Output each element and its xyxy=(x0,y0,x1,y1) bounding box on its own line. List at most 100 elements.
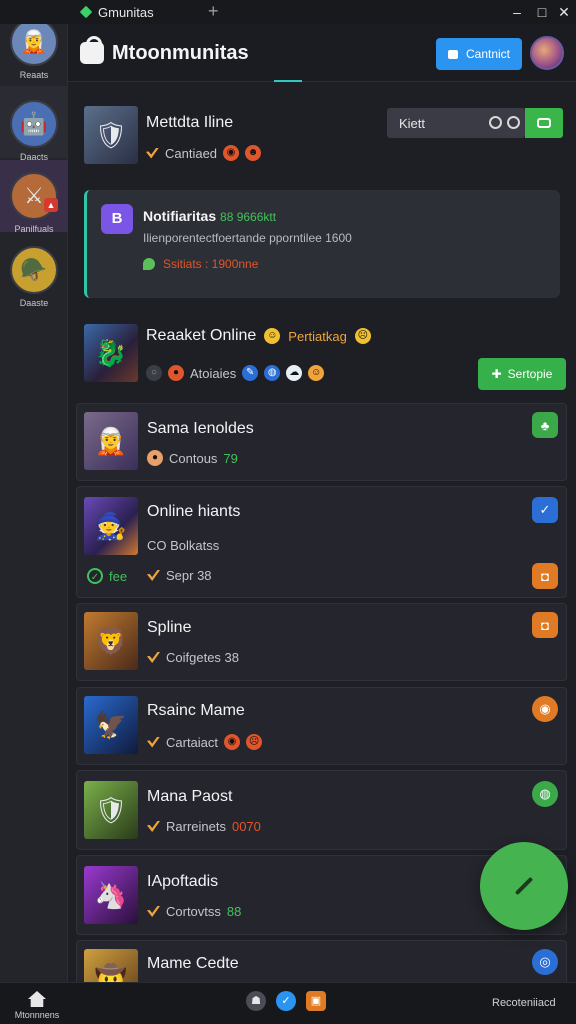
filter-icon[interactable] xyxy=(489,116,502,129)
notification-status-text: Ssitiats : 1900nne xyxy=(163,257,259,271)
sidebar-item-panilfuals[interactable]: ⚔ ▲ Panilfuals xyxy=(0,160,68,234)
featured-tag: Pertiatkag xyxy=(288,328,347,344)
badge-icon: ● xyxy=(147,450,163,466)
top-item-meta: Cantiaed ◉ ☻ xyxy=(146,145,262,161)
list-item-title: Rsainc Mame xyxy=(147,702,245,719)
sidebar-item-reaats[interactable]: 🧝 Reaats xyxy=(0,18,68,80)
list-item-thumbnail: 🧝 xyxy=(84,412,138,470)
list-item-thumbnail: 🦅 xyxy=(84,696,138,754)
list-item-meta-label: Cortovtss xyxy=(166,904,221,919)
tag-icon xyxy=(146,147,159,159)
notification-title-text: Notifiaritas xyxy=(143,208,217,224)
connect-button[interactable]: Cantnict xyxy=(436,38,522,70)
chat-icon[interactable]: ◍ xyxy=(532,781,558,807)
close-window-button[interactable]: ✕ xyxy=(554,0,574,24)
list-item-meta: Cartaiact ◉ ☹ xyxy=(147,734,263,750)
top-item-title[interactable]: Mettdta Iline xyxy=(146,114,233,132)
maximize-button[interactable]: □ xyxy=(532,0,552,24)
status-dot-icon: ◉ xyxy=(223,145,240,161)
list-item-thumbnail: 🧙 xyxy=(84,497,138,555)
notification-body: Ilienporentectfoertande pporntilee 1600 xyxy=(143,231,352,245)
list-item[interactable]: 🛡 Mana Paost Rarreinets 0070 ◍ xyxy=(76,770,567,850)
new-tab-button[interactable]: + xyxy=(208,0,219,22)
sidebar-item-label: Panilfuals xyxy=(14,224,54,234)
featured-title[interactable]: Reaaket Online xyxy=(146,327,256,345)
bottom-bar: Mtonnnens ☗ ✓ ▣ Recoteniiacd xyxy=(0,982,576,1024)
warrior-avatar-icon: 🧝 xyxy=(10,18,58,66)
list-item[interactable]: 🧙 Online hiants CO Bolkatss ✓ fee Sepr 3… xyxy=(76,486,567,598)
list-item-meta: ● Contous 79 xyxy=(147,450,238,466)
chat-icon[interactable]: ◉ xyxy=(532,696,558,722)
list-item-thumbnail: 🛡 xyxy=(84,781,138,839)
notification-title: Notifiaritas 88 9666ktt xyxy=(143,208,276,224)
connect-button-label: Cantnict xyxy=(465,47,511,61)
ring-icon: ○ xyxy=(146,365,162,381)
tag-icon xyxy=(147,736,160,748)
helmet-avatar-icon: 🪖 xyxy=(10,246,58,294)
check-button-icon[interactable]: ✓ xyxy=(532,497,558,523)
plus-icon: ✚ xyxy=(491,367,502,381)
search-box xyxy=(387,108,525,138)
list-item-title: Sama Ienoldes xyxy=(147,420,254,437)
user-avatar[interactable] xyxy=(530,36,564,70)
sidebar-item-label: Daaste xyxy=(19,298,49,308)
list-item-title: Mana Paost xyxy=(147,788,233,805)
list-item-title: Online hiants xyxy=(147,503,241,520)
notification-b-icon: B xyxy=(101,204,133,234)
list-item[interactable]: 🦅 Rsainc Mame Cartaiact ◉ ☹ ◉ xyxy=(76,687,567,765)
shop-icon[interactable]: ▣ xyxy=(306,991,326,1011)
top-item-thumbnail[interactable]: 🛡 xyxy=(84,106,138,164)
tab-label: Gmunitas xyxy=(98,4,154,20)
home-label: Mtonnnens xyxy=(14,1010,60,1020)
robot-icon[interactable]: ☗ xyxy=(246,991,266,1011)
list-item[interactable]: 🧝 Sama Ienoldes ● Contous 79 ♣ xyxy=(76,403,567,481)
list-item-meta-label: CO Bolkatss xyxy=(147,538,220,553)
search-button[interactable] xyxy=(525,108,563,138)
list-item[interactable]: 🦁 Spline Coifgetes 38 ◘ xyxy=(76,603,567,681)
camera-icon[interactable]: ◘ xyxy=(532,612,558,638)
list-item-meta-label: Contous xyxy=(169,450,218,466)
list-item-meta-value: 79 xyxy=(223,450,238,466)
lock-icon xyxy=(447,49,458,59)
featured-meta-label: Atoiaies xyxy=(190,365,237,381)
camera-icon[interactable]: ◘ xyxy=(532,563,558,589)
list-item-meta-label: Cartaiact xyxy=(166,734,219,750)
check-icon[interactable]: ✓ xyxy=(276,991,296,1011)
title-bar: Gmunitas + – □ ✕ xyxy=(0,0,576,24)
list-item-title: Spline xyxy=(147,619,192,636)
minimize-button[interactable]: – xyxy=(507,0,527,24)
settings-icon[interactable] xyxy=(507,116,520,129)
notification-badge: ▲ xyxy=(44,198,58,212)
sidebar: 🧝 Reaats 🤖 Daacts ⚔ ▲ Panilfuals 🪖 Daast… xyxy=(0,0,68,1024)
featured-meta: ○ ● Atoiaies ✎ ◍ ☁ ☺ xyxy=(146,365,325,381)
featured-title-row: Reaaket Online ☺ Pertiatkag ☹ xyxy=(146,327,371,345)
robot-avatar-icon: 🤖 xyxy=(10,100,58,148)
home-button[interactable]: Mtonnnens xyxy=(14,991,60,1020)
compose-fab-button[interactable] xyxy=(480,842,568,930)
notification-card[interactable]: B Notifiaritas 88 9666ktt Ilienporentect… xyxy=(84,190,560,298)
list-item-title: Mame Cedte xyxy=(147,955,239,972)
bottom-bar-right-label[interactable]: Recoteniiacd xyxy=(492,997,556,1009)
notification-count: 88 9666ktt xyxy=(220,210,277,224)
knight-avatar-icon: ⚔ xyxy=(10,172,58,220)
circle-icon[interactable]: ◎ xyxy=(532,949,558,975)
search-input[interactable] xyxy=(387,108,481,138)
tab-gmunitas[interactable]: Gmunitas xyxy=(79,0,200,24)
check-icon: ✓ xyxy=(87,568,103,584)
list-item-meta: Rarreinets 0070 xyxy=(147,819,261,834)
sidebar-item-daacts[interactable]: 🤖 Daacts xyxy=(0,86,68,162)
featured-thumbnail[interactable]: 🐉 xyxy=(84,324,138,382)
smile-icon: ☺ xyxy=(264,328,281,344)
list-item-meta: Coifgetes 38 xyxy=(147,650,239,665)
status-dot-icon: ◉ xyxy=(224,734,241,750)
home-icon xyxy=(28,991,46,1007)
page-title: Mtoonmunitas xyxy=(112,42,249,64)
tag-icon xyxy=(147,652,160,663)
camera-icon xyxy=(537,118,551,128)
sidebar-item-daaste[interactable]: 🪖 Daaste xyxy=(0,246,68,308)
clover-icon xyxy=(143,258,155,270)
app-logo-icon xyxy=(79,5,93,19)
list-item-thumbnail: 🦁 xyxy=(84,612,138,670)
featured-action-button[interactable]: ✚ Sertopie xyxy=(478,358,566,390)
clover-icon[interactable]: ♣ xyxy=(532,412,558,438)
